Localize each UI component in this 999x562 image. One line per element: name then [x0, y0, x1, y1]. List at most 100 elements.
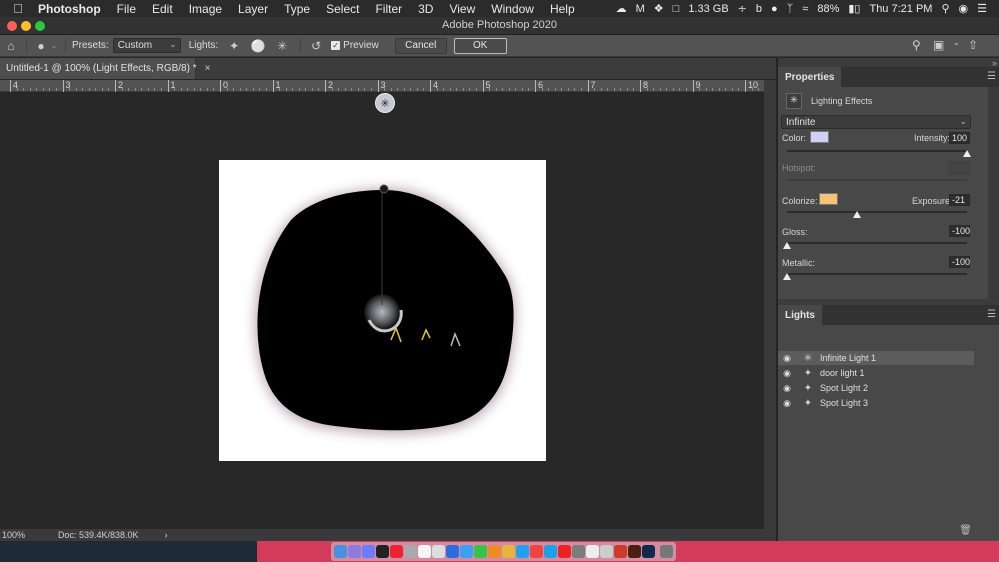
add-point-light-icon[interactable]: ⚪: [246, 39, 270, 53]
panel-menu-icon[interactable]: ☰: [987, 309, 996, 320]
add-infinite-light-icon[interactable]: ✳: [270, 39, 294, 53]
reset-rotate-icon[interactable]: ↺: [307, 39, 325, 53]
visibility-eye-icon[interactable]: ◉: [778, 398, 796, 409]
photoshop-icon[interactable]: [642, 545, 655, 558]
illustrator-icon[interactable]: [628, 545, 641, 558]
light-type-select[interactable]: Infinite ⌄: [781, 115, 971, 129]
chevron-down-icon[interactable]: ⌄: [953, 38, 960, 47]
bbedit-icon[interactable]: b: [756, 3, 762, 15]
gloss-input[interactable]: -100: [949, 225, 970, 237]
trash-icon[interactable]: 🗑: [959, 525, 972, 536]
gloss-slider[interactable]: [787, 242, 967, 244]
menu-layer[interactable]: Layer: [230, 2, 276, 16]
colorize-swatch[interactable]: [819, 193, 838, 205]
menu-select[interactable]: Select: [318, 2, 367, 16]
visibility-eye-icon[interactable]: ◉: [778, 368, 796, 379]
ok-button[interactable]: OK: [453, 37, 507, 54]
canvas-area[interactable]: ✳: [0, 92, 764, 529]
tab-properties[interactable]: Properties: [778, 67, 842, 87]
trash-dock-icon[interactable]: [660, 545, 673, 558]
share-icon[interactable]: ⇧: [968, 38, 978, 52]
memory-chip-icon[interactable]: □: [673, 3, 680, 15]
gloss-slider-thumb[interactable]: [783, 242, 791, 249]
light-list-item[interactable]: ◉ ✳ Infinite Light 1: [778, 351, 974, 365]
malwarebytes-icon[interactable]: M: [636, 3, 645, 15]
document-canvas[interactable]: [219, 160, 546, 461]
clock[interactable]: Thu 7:21 PM: [869, 3, 932, 15]
messages-icon[interactable]: [474, 545, 487, 558]
rss-icon[interactable]: ∻: [738, 2, 747, 15]
light-list-item[interactable]: ◉ ✦ Spot Light 2: [778, 381, 974, 395]
cancel-button[interactable]: Cancel: [394, 37, 447, 54]
light-list-item[interactable]: ◉ ✦ Spot Light 3: [778, 396, 974, 410]
light-list-item[interactable]: ◉ ✦ door light 1: [778, 366, 974, 380]
search-icon[interactable]: ⚲: [912, 38, 921, 52]
acrobat-icon[interactable]: [614, 545, 627, 558]
menu-window[interactable]: Window: [483, 2, 542, 16]
menu-filter[interactable]: Filter: [367, 2, 410, 16]
zoom-icon[interactable]: [446, 545, 459, 558]
intensity-input[interactable]: 100: [949, 132, 970, 144]
document-tab[interactable]: Untitled-1 @ 100% (Light Effects, RGB/8)…: [0, 58, 210, 79]
siri-dock-icon[interactable]: [348, 545, 361, 558]
workspace-icon[interactable]: ▣: [933, 38, 944, 52]
notes-icon[interactable]: [432, 545, 445, 558]
apple-icon[interactable]: : [0, 1, 36, 16]
bluetooth-icon[interactable]: ᛉ: [787, 3, 794, 15]
apple-tv-icon[interactable]: [376, 545, 389, 558]
system-preferences-icon[interactable]: [572, 545, 585, 558]
chevron-right-icon[interactable]: ›: [165, 530, 168, 540]
panel-menu-icon[interactable]: ☰: [987, 71, 996, 82]
menu-image[interactable]: Image: [181, 2, 230, 16]
no-entry-icon[interactable]: [558, 545, 571, 558]
menu-file[interactable]: File: [109, 2, 144, 16]
finder-icon[interactable]: [334, 545, 347, 558]
app-icon[interactable]: [530, 545, 543, 558]
menu-app-name[interactable]: Photoshop: [36, 2, 109, 16]
presets-select[interactable]: Custom ⌄: [112, 38, 181, 53]
home-icon[interactable]: ⌂: [2, 39, 20, 53]
close-tab-icon[interactable]: ×: [205, 63, 211, 74]
exposure-input[interactable]: -21: [949, 194, 970, 206]
record-icon[interactable]: ●: [771, 3, 778, 15]
wifi-icon[interactable]: ≈: [802, 3, 808, 15]
chrome-icon[interactable]: [502, 545, 515, 558]
properties-scrollbar[interactable]: [989, 87, 999, 299]
app-store-icon[interactable]: [544, 545, 557, 558]
notification-center-icon[interactable]: ☰: [977, 2, 987, 15]
firefox-icon[interactable]: [488, 545, 501, 558]
light-color-swatch[interactable]: [810, 131, 829, 143]
dropbox-icon[interactable]: ❖: [654, 2, 664, 15]
app-icon[interactable]: [404, 545, 417, 558]
creative-cloud-icon[interactable]: ☁: [616, 2, 627, 15]
spotlight-search-icon[interactable]: ⚲: [941, 2, 949, 15]
intensity-slider-thumb[interactable]: [963, 150, 971, 157]
siri-icon[interactable]: ◉: [959, 2, 969, 15]
zoom-level[interactable]: 100%: [0, 530, 50, 540]
tool-preset-icon[interactable]: ●: [33, 39, 49, 53]
infinite-light-handle[interactable]: ✳: [375, 93, 395, 113]
preview-checkbox[interactable]: ✓: [331, 41, 341, 50]
visibility-eye-icon[interactable]: ◉: [778, 383, 796, 394]
chevron-down-icon[interactable]: ⌄: [49, 41, 59, 50]
calendar-icon[interactable]: [418, 545, 431, 558]
app-icon[interactable]: [600, 545, 613, 558]
launchpad-icon[interactable]: [362, 545, 375, 558]
menu-edit[interactable]: Edit: [144, 2, 181, 16]
menu-3d[interactable]: 3D: [410, 2, 441, 16]
menu-help[interactable]: Help: [542, 2, 583, 16]
menu-view[interactable]: View: [441, 2, 483, 16]
intensity-slider[interactable]: [787, 150, 967, 152]
vertical-scrollbar[interactable]: [764, 80, 776, 529]
add-spot-light-icon[interactable]: ✦: [222, 39, 246, 53]
metallic-input[interactable]: -100: [949, 256, 970, 268]
metallic-slider-thumb[interactable]: [783, 273, 791, 280]
menu-type[interactable]: Type: [276, 2, 318, 16]
metallic-slider[interactable]: [787, 273, 967, 275]
exposure-slider-thumb[interactable]: [853, 211, 862, 218]
battery-icon[interactable]: ▮▯: [848, 2, 860, 15]
safari-icon[interactable]: [516, 545, 529, 558]
tab-lights[interactable]: Lights: [778, 305, 822, 325]
exposure-slider[interactable]: [787, 211, 967, 213]
mail-icon[interactable]: [460, 545, 473, 558]
